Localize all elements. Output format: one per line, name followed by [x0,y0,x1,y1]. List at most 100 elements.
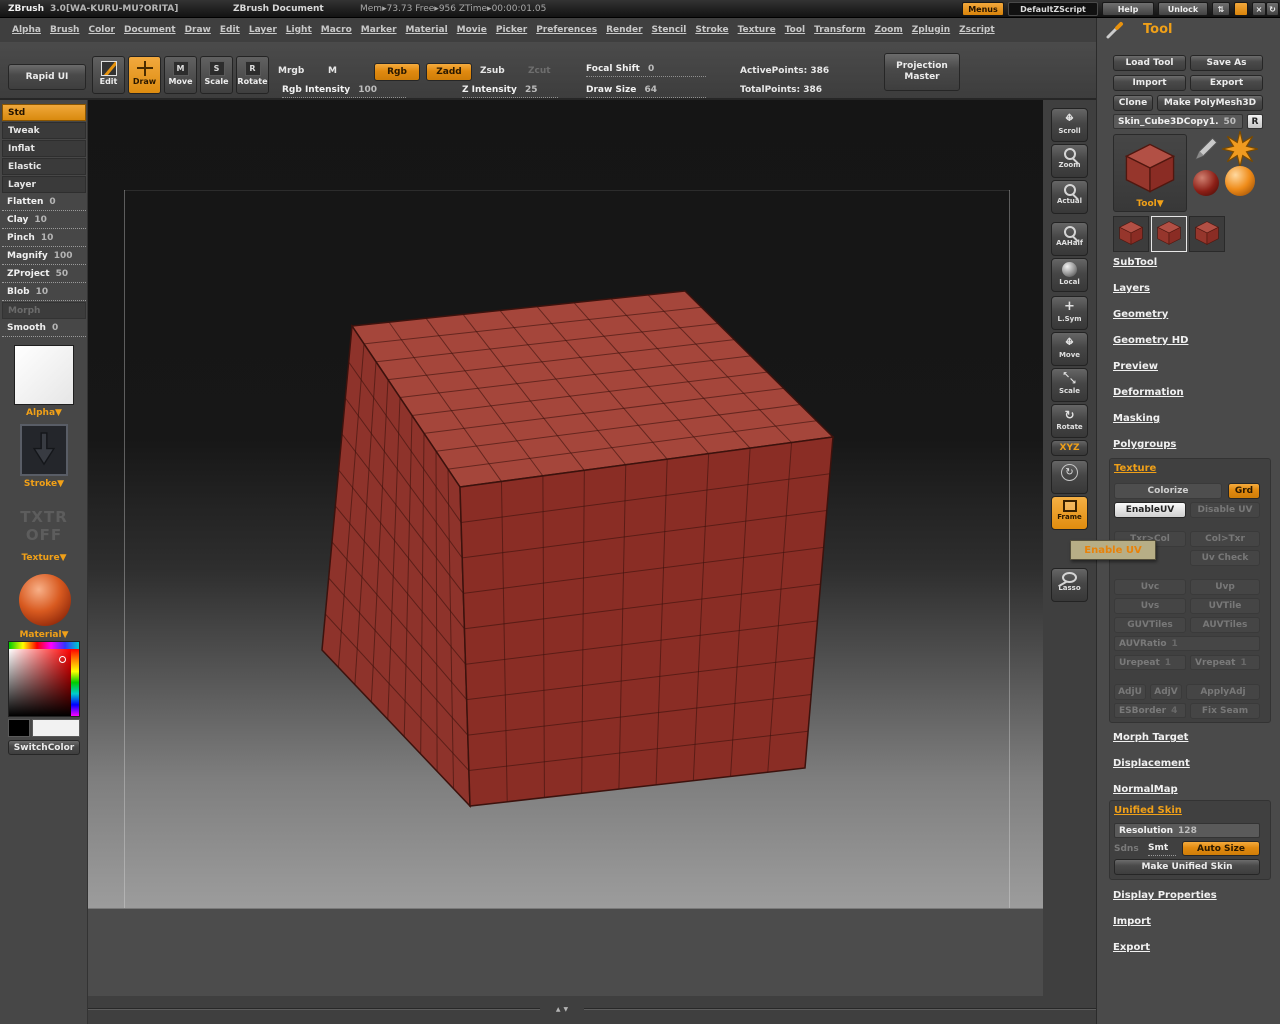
z-intensity-slider[interactable]: Z Intensity 25 [462,85,558,98]
section-display-properties[interactable]: Display Properties [1113,890,1217,916]
menu-material[interactable]: Material [406,25,448,35]
section-deformation[interactable]: Deformation [1113,387,1188,413]
rapid-ui-button[interactable]: Rapid UI [8,64,86,90]
default-zscript-button[interactable]: DefaultZScript [1008,2,1098,16]
clone-button[interactable]: Clone [1113,95,1153,111]
quick-pick-star-icon[interactable] [1221,130,1259,171]
document-canvas[interactable] [88,100,1043,996]
adjv-button[interactable]: AdjV [1150,684,1182,700]
color-picker[interactable] [8,641,80,717]
quick-pick-brush-icon[interactable] [1193,136,1219,165]
menu-light[interactable]: Light [286,25,312,35]
xform-lasso-button[interactable]: Lasso [1051,568,1088,602]
palette-color-icon[interactable] [1234,2,1248,16]
main-color-swatch[interactable] [32,719,80,737]
menu-tool[interactable]: Tool [785,25,805,35]
resolution-slider[interactable]: Resolution 128 [1114,823,1260,838]
secondary-color-swatch[interactable] [8,719,30,737]
menu-macro[interactable]: Macro [321,25,352,35]
export-tool-button[interactable]: Export [1190,75,1263,91]
menu-texture[interactable]: Texture [738,25,776,35]
menu-edit[interactable]: Edit [220,25,240,35]
make-polymesh3d-button[interactable]: Make PolyMesh3D [1157,95,1263,111]
brush-pinch[interactable]: Pinch 10 [2,230,86,247]
xform-xyz-button[interactable]: XYZ [1051,440,1088,456]
brush-blob[interactable]: Blob 10 [2,284,86,301]
xform-frame-button[interactable]: Frame [1051,496,1088,530]
alpha-flyout[interactable]: Alpha▼ [0,408,88,418]
recent-tool-thumb-2-selected[interactable] [1151,216,1187,252]
brush-morph[interactable]: Morph [2,302,86,319]
texture-section-title[interactable]: Texture [1114,463,1156,474]
brush-flatten[interactable]: Flatten 0 [2,194,86,211]
rgb-intensity-slider[interactable]: Rgb Intensity 100 [282,85,406,98]
menu-brush[interactable]: Brush [50,25,79,35]
m-button[interactable]: M [328,66,337,76]
enable-uv-button[interactable]: EnableUV [1114,502,1186,518]
section-geometry-hd[interactable]: Geometry HD [1113,335,1188,361]
col-to-txr-button[interactable]: Col>Txr [1190,531,1260,547]
colorize-button[interactable]: Colorize [1114,483,1222,499]
texture-flyout[interactable]: Texture▼ [0,553,88,563]
xform-actual-button[interactable]: Actual [1051,180,1088,214]
recent-tool-thumb-3[interactable] [1189,216,1225,252]
focal-shift-slider[interactable]: Focal Shift 0 [586,64,706,77]
hue-strip-vertical[interactable] [71,649,79,716]
menu-zoom[interactable]: Zoom [874,25,902,35]
xform-scroll-button[interactable]: ↔ ↕ Scroll [1051,108,1088,142]
brush-std[interactable]: Std [2,104,86,121]
import-tool-button[interactable]: Import [1113,75,1186,91]
menu-transform[interactable]: Transform [814,25,865,35]
guvtiles-button[interactable]: GUVTiles [1114,617,1186,633]
menu-preferences[interactable]: Preferences [536,25,597,35]
brush-magnify[interactable]: Magnify 100 [2,248,86,265]
menu-marker[interactable]: Marker [361,25,397,35]
xform-rotate-button[interactable]: ↻ Rotate [1051,404,1088,438]
menu-zscript[interactable]: Zscript [959,25,995,35]
fix-seam-button[interactable]: Fix Seam [1190,703,1260,719]
section-export[interactable]: Export [1113,942,1217,968]
section-morph-target[interactable]: Morph Target [1113,732,1190,758]
menu-document[interactable]: Document [124,25,176,35]
menu-draw[interactable]: Draw [185,25,211,35]
menu-zplugin[interactable]: Zplugin [912,25,950,35]
r-button[interactable]: R [1247,114,1263,129]
xform-move-button[interactable]: ↔ ↕ Move [1051,332,1088,366]
vrepeat-slider[interactable]: Vrepeat 1 [1190,655,1260,670]
menu-stroke[interactable]: Stroke [695,25,728,35]
menu-movie[interactable]: Movie [457,25,487,35]
uvc-button[interactable]: Uvc [1114,579,1186,595]
material-sphere-thumbnail[interactable] [19,574,71,626]
auto-size-button[interactable]: Auto Size [1182,841,1260,856]
xform-lsym-button[interactable]: + L.Sym [1051,296,1088,330]
urepeat-slider[interactable]: Urepeat 1 [1114,655,1186,670]
smt-button[interactable]: Smt [1148,841,1176,856]
adju-button[interactable]: AdjU [1114,684,1146,700]
xform-zoom-button[interactable]: Zoom [1051,144,1088,178]
edit-tool-button[interactable]: Edit [92,56,125,94]
auvratio-slider[interactable]: AUVRatio 1 [1114,636,1260,651]
rgb-button[interactable]: Rgb [374,63,420,81]
current-tool-thumbnail[interactable]: Tool▼ [1113,134,1187,212]
hue-strip-horizontal[interactable] [9,642,79,649]
save-as-button[interactable]: Save As [1190,55,1263,71]
tool-flyout-label[interactable]: Tool▼ [1114,199,1186,209]
tray-resize-grip[interactable]: ▲ ▼ [540,1003,584,1016]
uv-check-button[interactable]: Uv Check [1190,550,1260,566]
mrgb-button[interactable]: Mrgb [278,66,304,76]
applyadj-button[interactable]: ApplyAdj [1186,684,1260,700]
brush-inflat[interactable]: Inflat [2,140,86,157]
menu-layer[interactable]: Layer [249,25,277,35]
tool-name-slider[interactable]: Skin_Cube3DCopy1. 50 [1113,114,1243,129]
stroke-thumbnail[interactable] [20,424,68,476]
zsub-button[interactable]: Zsub [480,66,505,76]
make-unified-skin-button[interactable]: Make Unified Skin [1114,859,1260,875]
menu-stencil[interactable]: Stencil [652,25,687,35]
sdns-slider[interactable]: Sdns [1114,841,1142,856]
close-palette-icon[interactable]: × [1252,2,1266,16]
alpha-thumbnail[interactable] [14,345,74,405]
section-displacement[interactable]: Displacement [1113,758,1190,784]
brush-smooth[interactable]: Smooth 0 [2,320,86,337]
unlock-button[interactable]: Unlock [1158,2,1208,16]
uvp-button[interactable]: Uvp [1190,579,1260,595]
